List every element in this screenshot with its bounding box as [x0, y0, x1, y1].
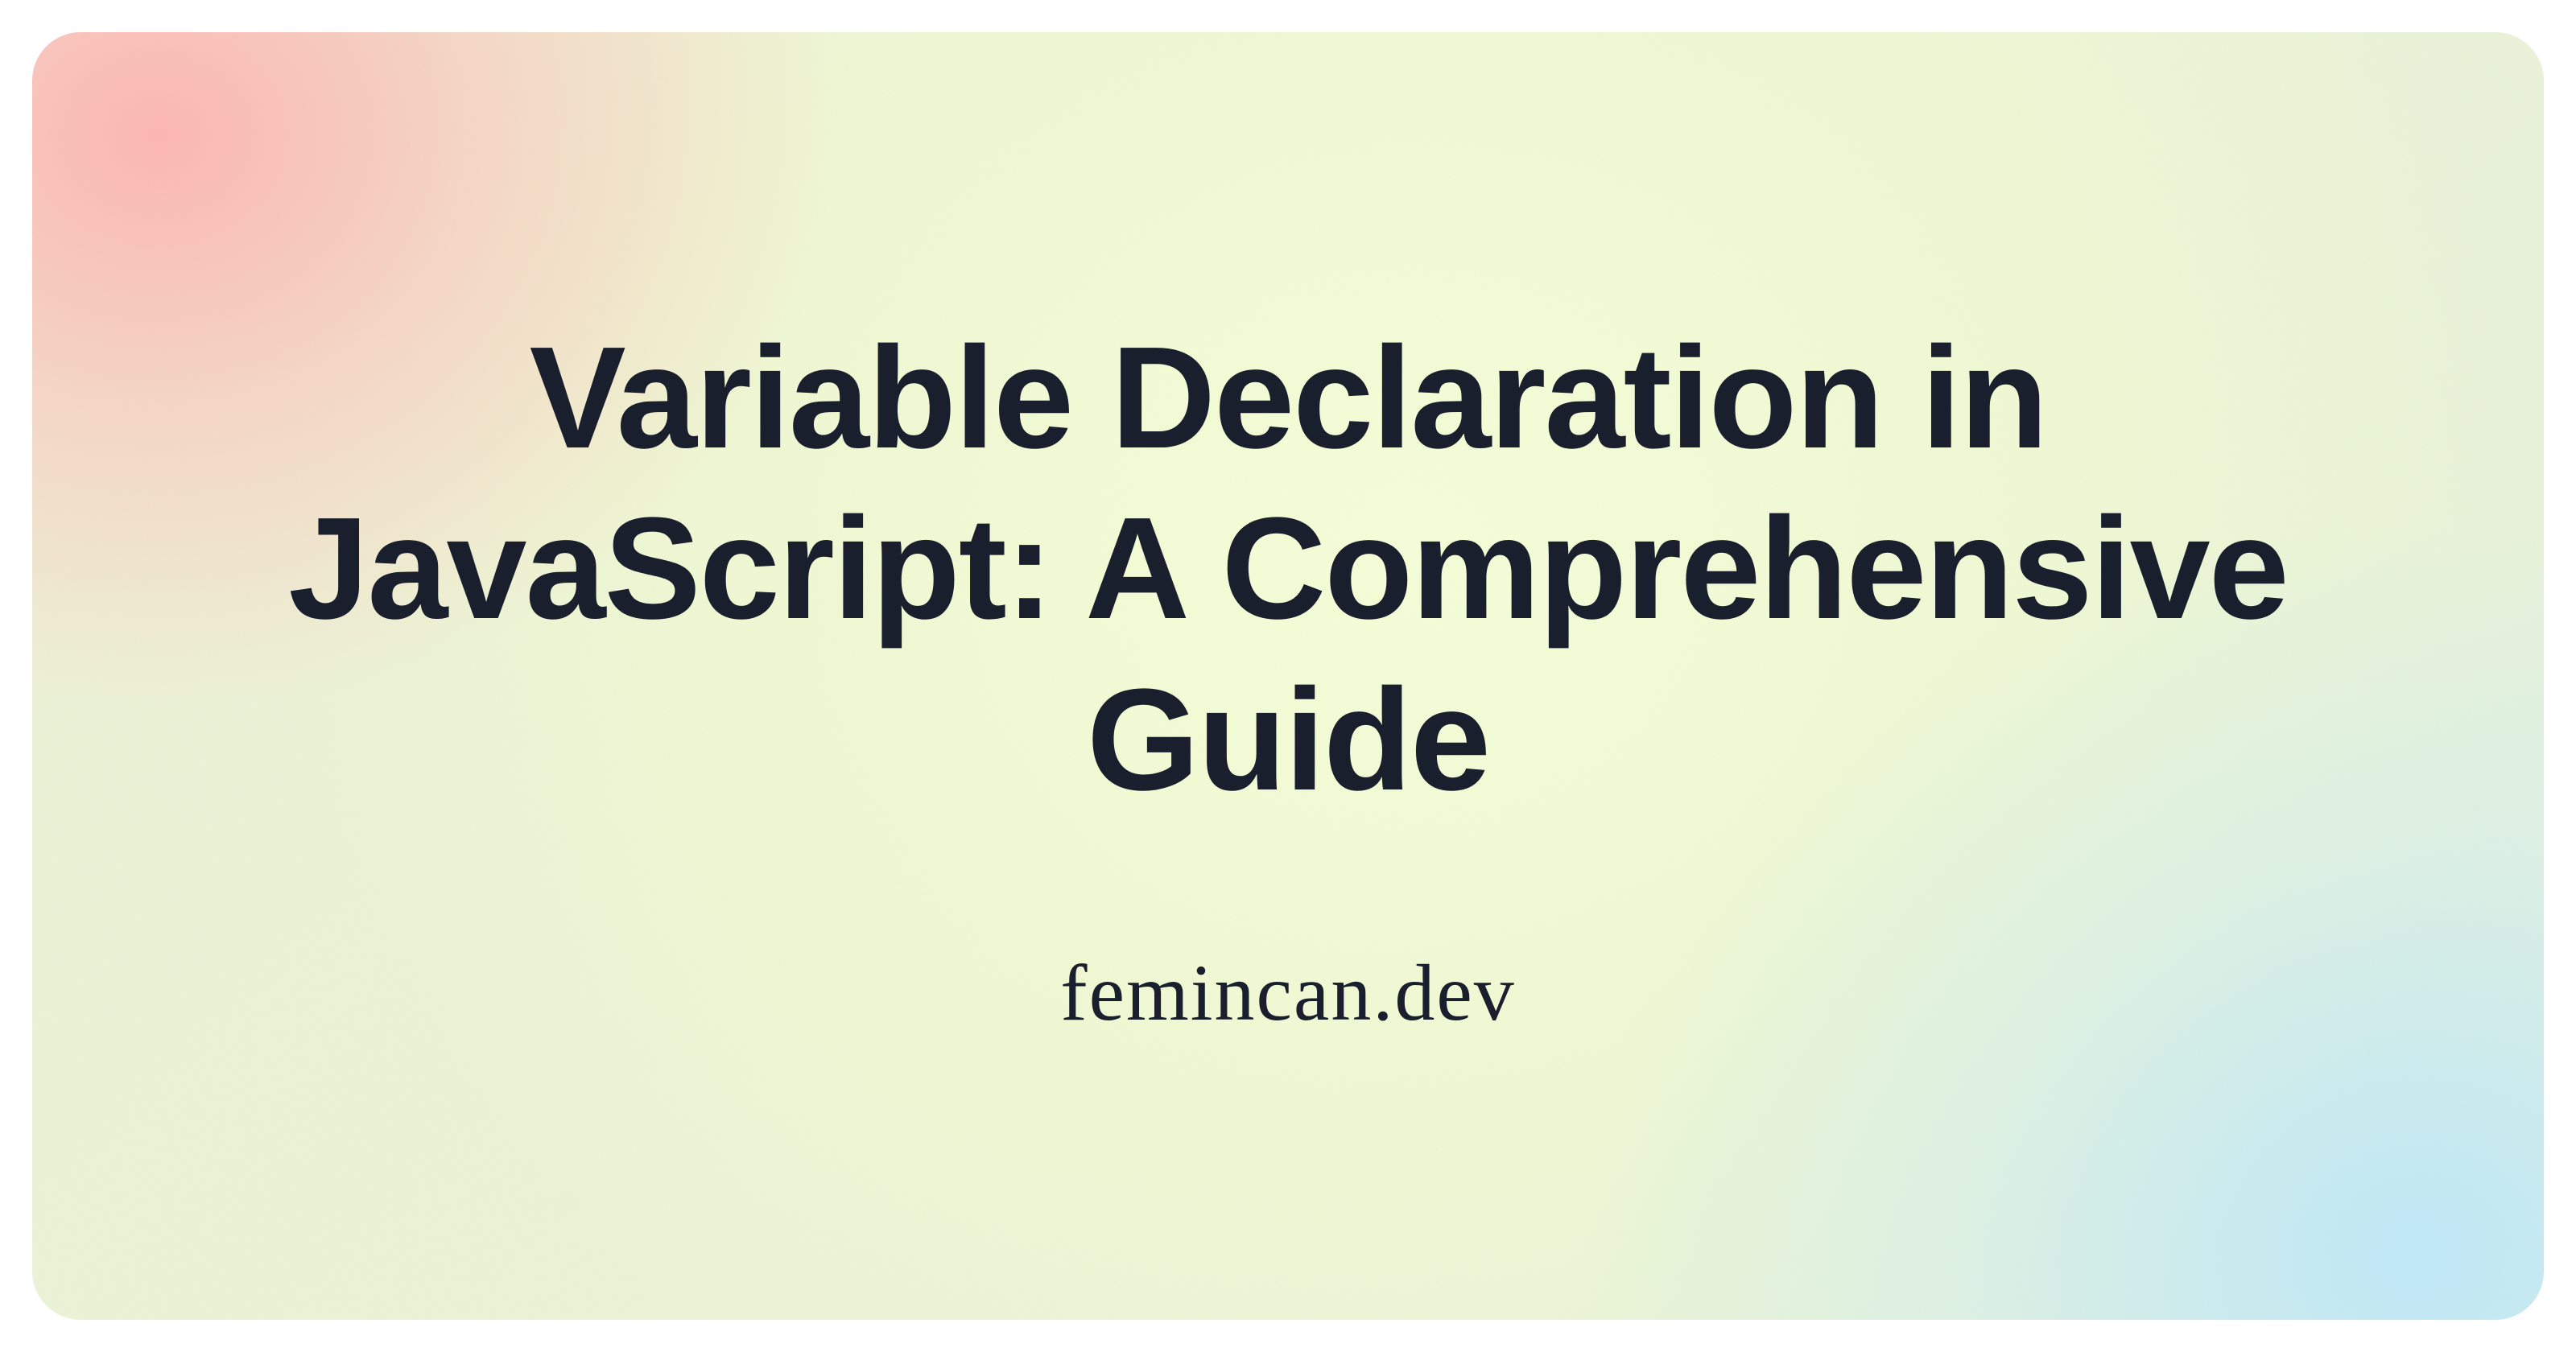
article-title: Variable Declaration in JavaScript: A Co…: [161, 313, 2415, 826]
site-attribution: femincan.dev: [1060, 946, 1515, 1039]
hero-card: Variable Declaration in JavaScript: A Co…: [32, 32, 2544, 1320]
